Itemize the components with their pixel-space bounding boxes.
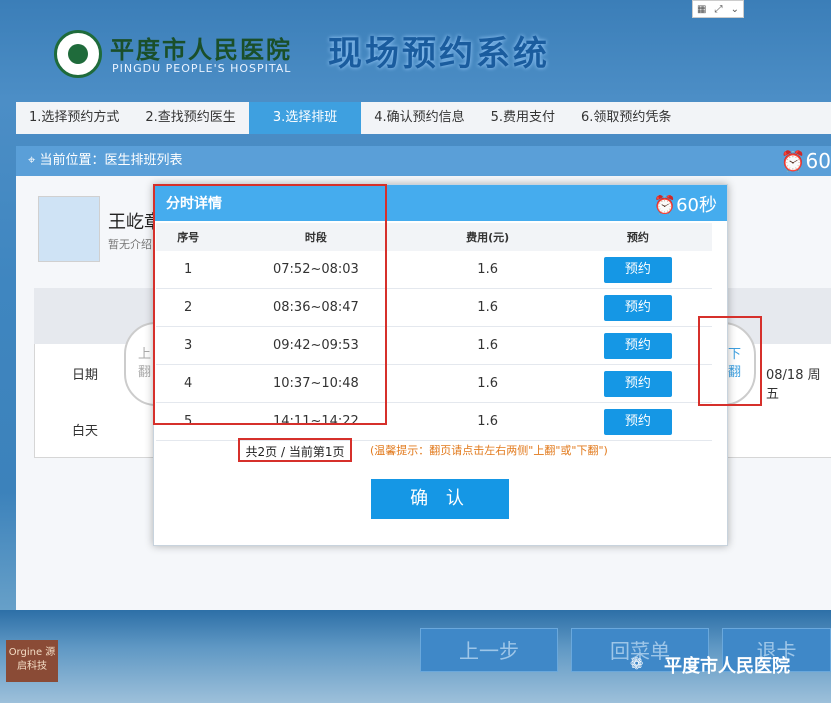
slot-fee: 1.6 xyxy=(411,288,564,327)
col-header-book: 预约 xyxy=(563,223,712,251)
slot-fee: 1.6 xyxy=(411,402,564,441)
slot-action: 预约 xyxy=(563,251,712,289)
book-button[interactable]: 预约 xyxy=(603,294,672,321)
paging-tip: (温馨提示：翻页请点击左右两侧"上翻"或"下翻") xyxy=(370,444,608,457)
col-header-fee: 费用(元) xyxy=(411,223,564,251)
highlight-box-next xyxy=(698,316,762,406)
book-button[interactable]: 预约 xyxy=(603,370,672,397)
slot-action: 预约 xyxy=(563,326,712,365)
slot-action: 预约 xyxy=(563,288,712,327)
book-button[interactable]: 预约 xyxy=(603,332,672,359)
page-info: 共2页 / 当前第1页 xyxy=(238,438,352,462)
slot-fee: 1.6 xyxy=(411,326,564,365)
book-button[interactable]: 预约 xyxy=(603,408,672,435)
slot-action: 预约 xyxy=(563,402,712,441)
slot-fee: 1.6 xyxy=(411,364,564,403)
confirm-button[interactable]: 确 认 xyxy=(371,479,509,519)
dialog-timer: ⏰60秒 xyxy=(653,195,717,216)
slot-fee: 1.6 xyxy=(411,251,564,289)
book-button[interactable]: 预约 xyxy=(603,256,672,283)
alarm-clock-icon: ⏰ xyxy=(653,195,677,216)
highlight-box-table xyxy=(153,184,387,425)
slot-action: 预约 xyxy=(563,364,712,403)
